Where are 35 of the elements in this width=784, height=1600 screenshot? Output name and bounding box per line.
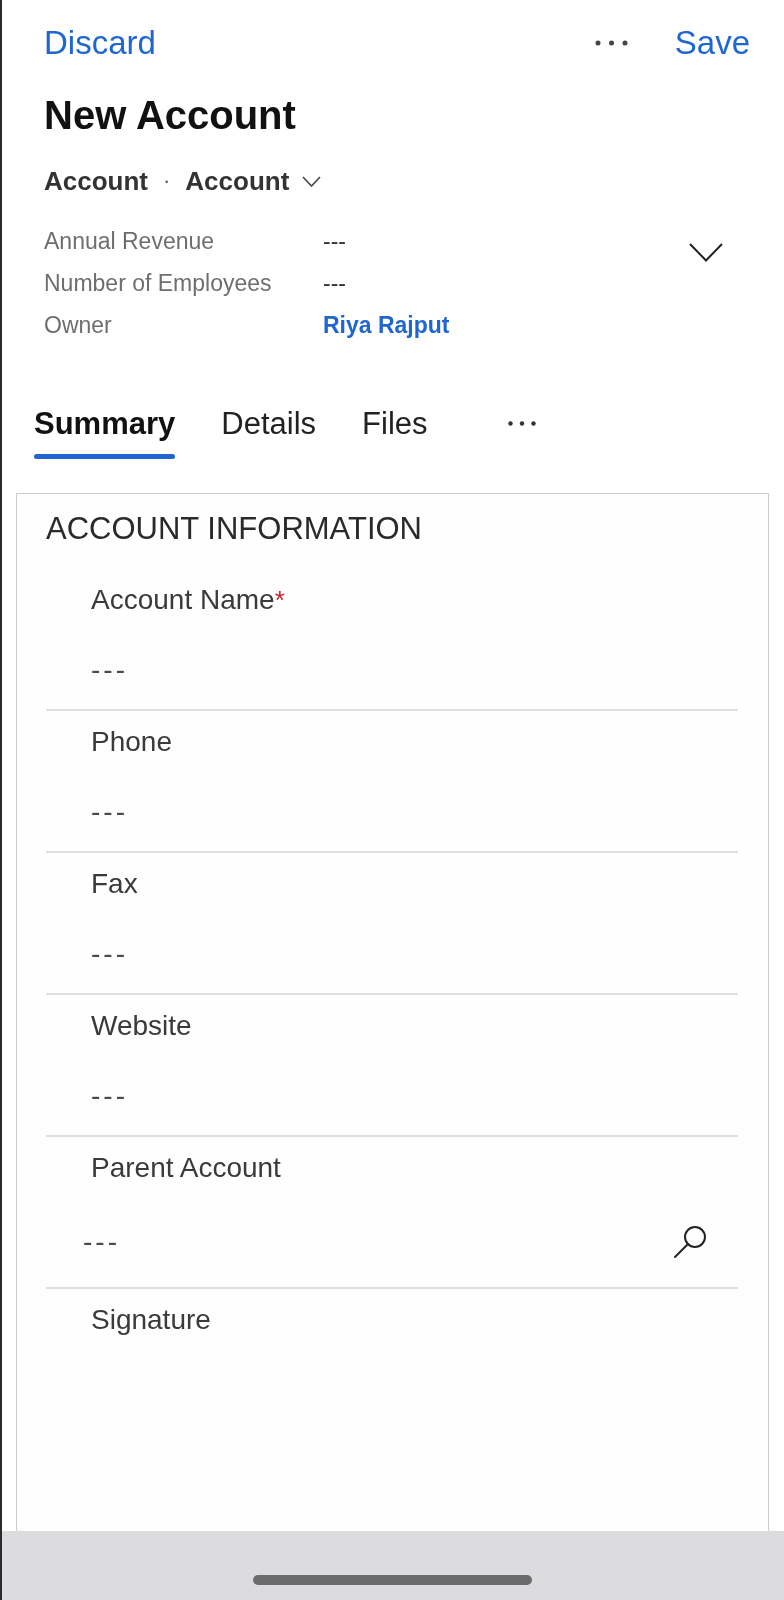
discard-button[interactable]: Discard	[44, 23, 156, 63]
input-field[interactable]: ---	[91, 936, 651, 972]
summary-field-label: Annual Revenue	[44, 227, 215, 255]
chevron-down-icon[interactable]	[689, 243, 723, 262]
field-label: Website	[91, 1009, 192, 1043]
more-button[interactable]	[594, 40, 628, 46]
lookup-field[interactable]: ---	[83, 1224, 653, 1260]
tab[interactable]: Summary	[34, 404, 176, 459]
input-field[interactable]: ---	[91, 652, 651, 688]
person-link[interactable]: Riya Rajput	[323, 311, 450, 339]
more-icon	[594, 40, 628, 46]
summary-field-label: Number of Employees	[44, 269, 272, 297]
field-label: Parent Account	[91, 1151, 281, 1185]
chevron-down-icon	[302, 175, 322, 187]
required-mark: *	[274, 584, 285, 617]
search-icon[interactable]	[673, 1225, 707, 1259]
form-selector[interactable]: Account	[185, 164, 322, 198]
input-field[interactable]: ---	[91, 1078, 651, 1114]
tab[interactable]: Files	[362, 404, 428, 459]
tab[interactable]: Details	[221, 404, 317, 459]
field-label: Phone	[91, 725, 172, 759]
field-label: Account Name	[91, 583, 275, 617]
entity-name: Account	[44, 165, 148, 198]
section-title: ACCOUNT INFORMATION	[46, 510, 422, 548]
summary-field-value: ---	[323, 269, 346, 297]
summary-field-label: Owner	[44, 311, 112, 339]
summary-field-value: ---	[323, 227, 346, 255]
more-tabs-button[interactable]	[507, 421, 536, 426]
save-button[interactable]: Save	[674, 23, 750, 63]
separator-dot: ·	[163, 167, 171, 195]
record-title: New Account	[44, 92, 296, 139]
input-field[interactable]: ---	[91, 794, 651, 830]
field-label: Fax	[91, 867, 138, 901]
more-icon	[507, 421, 536, 426]
field-label: Signature	[91, 1303, 211, 1337]
